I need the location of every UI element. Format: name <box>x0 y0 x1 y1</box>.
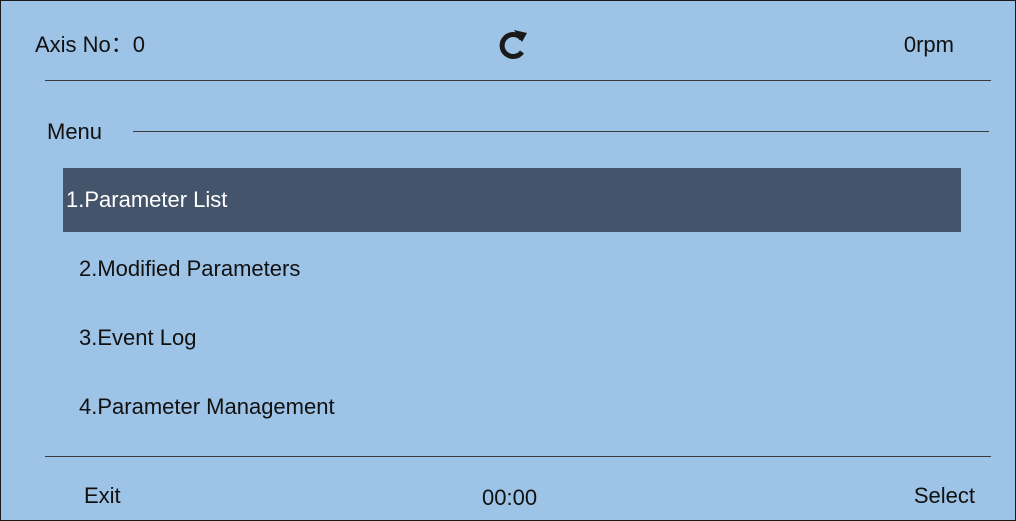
status-bar: Axis No：0 0rpm <box>1 1 1015 81</box>
servo-panel-screen: Axis No：0 0rpm Menu 1.Parameter List 2.M… <box>0 0 1016 521</box>
menu-item-parameter-list[interactable]: 1.Parameter List <box>63 168 961 232</box>
speed-readout: 0rpm <box>903 32 954 57</box>
footer-bar: Exit 00:00 Select <box>1 456 1015 520</box>
menu-title-rule <box>133 131 989 132</box>
menu-title: Menu <box>47 119 103 144</box>
menu-item-modified-parameters[interactable]: 2.Modified Parameters <box>63 237 961 301</box>
select-button[interactable]: Select <box>914 478 975 514</box>
menu-list: 1.Parameter List 2.Modified Parameters 3… <box>63 168 961 439</box>
menu-item-event-log[interactable]: 3.Event Log <box>63 306 961 370</box>
header-divider <box>45 80 991 81</box>
axis-number-label: Axis No：0 <box>35 32 146 57</box>
menu-item-parameter-management[interactable]: 4.Parameter Management <box>63 375 961 439</box>
rotate-clockwise-icon <box>499 30 527 59</box>
elapsed-timer: 00:00 <box>482 485 538 510</box>
exit-button[interactable]: Exit <box>84 478 121 514</box>
